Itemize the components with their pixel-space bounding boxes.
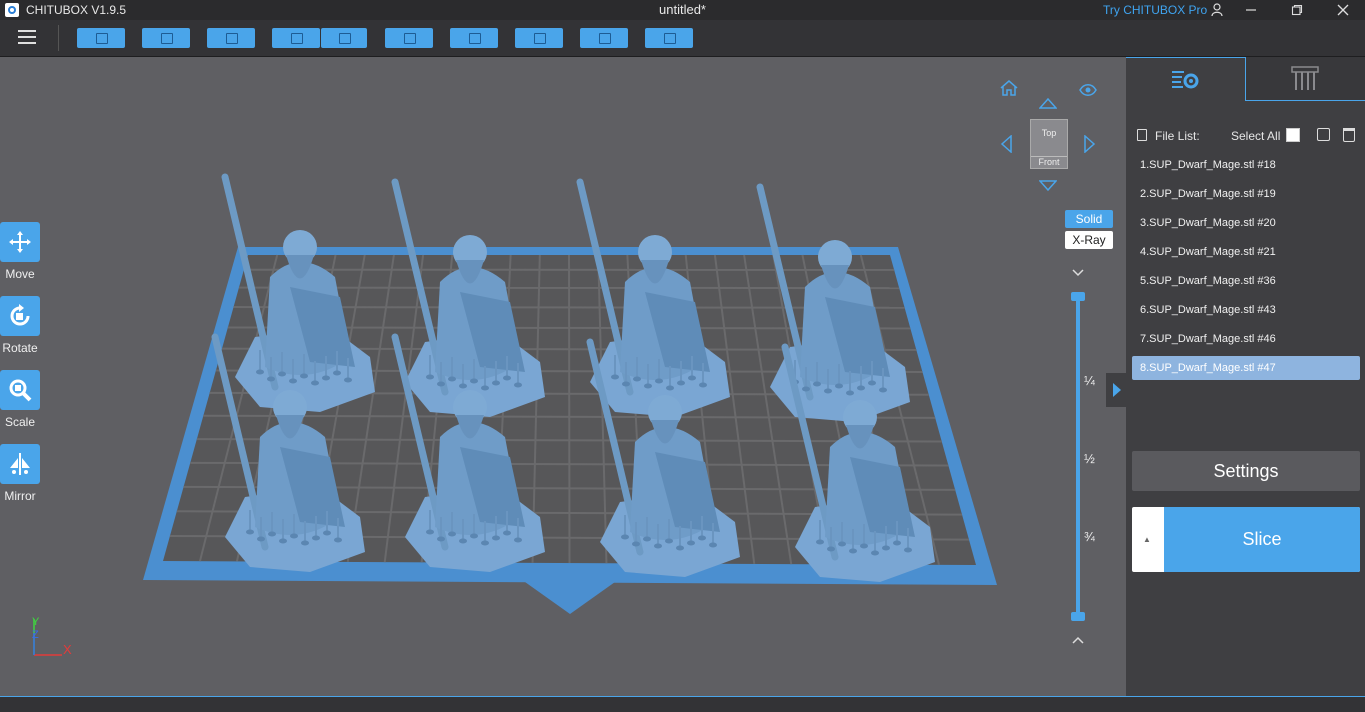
file-item-4[interactable]: 4.SUP_Dwarf_Mage.stl #21 xyxy=(1132,240,1360,264)
file-list-header: File List: Select All xyxy=(1134,127,1359,145)
slider-mark-quarter: ¼ xyxy=(1084,373,1095,388)
file-item-7[interactable]: 7.SUP_Dwarf_Mage.stl #46 xyxy=(1132,327,1360,351)
document-icon xyxy=(1137,129,1147,141)
select-all-checkbox[interactable] xyxy=(1286,128,1300,142)
rotate-view-down-icon[interactable] xyxy=(1038,179,1058,197)
axis-z-label: Z xyxy=(32,629,39,641)
undo-button[interactable] xyxy=(272,28,320,48)
file-settings-icon xyxy=(1172,71,1199,89)
import-project-button[interactable] xyxy=(207,28,255,48)
move-tool[interactable]: Move xyxy=(0,222,40,281)
solid-mode-button[interactable]: Solid xyxy=(1065,210,1113,228)
hollow-button[interactable] xyxy=(580,28,628,48)
file-item-2[interactable]: 2.SUP_Dwarf_Mage.stl #19 xyxy=(1132,182,1360,206)
3d-viewport[interactable]: Move Rotate Scale Mirror Top Front Solid… xyxy=(0,57,1126,696)
scale-icon[interactable] xyxy=(0,370,40,410)
file-item-6[interactable]: 6.SUP_Dwarf_Mage.stl #43 xyxy=(1132,298,1360,322)
scale-label: Scale xyxy=(4,415,36,429)
right-panel: File List: Select All 1.SUP_Dwarf_Mage.s… xyxy=(1106,57,1365,696)
status-bar xyxy=(0,696,1365,712)
move-label: Move xyxy=(5,267,35,281)
title-bar: CHITUBOX V1.9.5 untitled* Try CHITUBOX P… xyxy=(0,0,1365,20)
tab-supports[interactable] xyxy=(1246,57,1365,101)
toolbar xyxy=(0,20,1365,57)
slider-mark-half: ½ xyxy=(1084,451,1095,466)
rotate-tool[interactable]: Rotate xyxy=(0,296,40,355)
chevron-down-icon[interactable] xyxy=(1072,266,1084,280)
hamburger-menu-icon[interactable] xyxy=(18,30,36,46)
try-pro-link[interactable]: Try CHITUBOX Pro xyxy=(1103,3,1207,17)
file-list: 1.SUP_Dwarf_Mage.stl #18 2.SUP_Dwarf_Mag… xyxy=(1132,153,1360,385)
layer-slider-track[interactable] xyxy=(1076,296,1080,618)
rotate-view-right-icon[interactable] xyxy=(1084,134,1096,158)
xray-mode-button[interactable]: X-Ray xyxy=(1065,231,1113,249)
layer-slider-top-handle[interactable] xyxy=(1071,292,1085,301)
chevron-up-icon[interactable] xyxy=(1072,633,1084,647)
copy-button[interactable] xyxy=(385,28,433,48)
toolbar-divider xyxy=(58,25,59,51)
home-view-icon[interactable] xyxy=(1000,80,1018,101)
panel-collapse-arrow-icon[interactable] xyxy=(1106,373,1126,407)
minimize-icon[interactable] xyxy=(1236,0,1266,20)
file-item-1[interactable]: 1.SUP_Dwarf_Mage.stl #18 xyxy=(1132,153,1360,177)
move-icon[interactable] xyxy=(0,222,40,262)
mirror-tool[interactable]: Mirror xyxy=(0,444,40,503)
trash-icon[interactable] xyxy=(1343,128,1355,142)
slice-options-dropdown[interactable]: ▲ xyxy=(1132,507,1162,572)
scale-tool[interactable]: Scale xyxy=(0,370,40,429)
edit-icon[interactable] xyxy=(1317,128,1330,141)
file-item-5[interactable]: 5.SUP_Dwarf_Mage.stl #36 xyxy=(1132,269,1360,293)
arrange-button[interactable] xyxy=(450,28,498,48)
view-cube-top-face[interactable]: Top xyxy=(1031,128,1067,138)
slice-button[interactable]: Slice xyxy=(1164,507,1360,572)
rotate-icon[interactable] xyxy=(0,296,40,336)
axis-x-label: X xyxy=(63,642,72,657)
file-item-3[interactable]: 3.SUP_Dwarf_Mage.stl #20 xyxy=(1132,211,1360,235)
mirror-icon[interactable] xyxy=(0,444,40,484)
panel-tabs xyxy=(1126,57,1365,101)
close-icon[interactable] xyxy=(1328,0,1358,20)
select-all-label: Select All xyxy=(1231,129,1281,143)
rotate-label: Rotate xyxy=(2,341,38,355)
build-plate-front-notch xyxy=(525,582,615,614)
restore-icon[interactable] xyxy=(1282,0,1312,20)
build-plate-scene[interactable] xyxy=(0,57,1126,696)
redo-button[interactable] xyxy=(321,28,367,48)
axis-y-label: Y xyxy=(32,616,40,628)
open-file-button[interactable] xyxy=(77,28,125,48)
tab-files[interactable] xyxy=(1126,57,1246,101)
file-list-label: File List: xyxy=(1155,129,1200,143)
rotate-view-up-icon[interactable] xyxy=(1038,96,1058,114)
view-cube[interactable]: Top Front xyxy=(1030,119,1068,169)
slice-control: ▲ Slice xyxy=(1132,507,1360,572)
layer-slider-bottom-handle[interactable] xyxy=(1071,612,1085,621)
supports-icon xyxy=(1291,66,1319,90)
axis-gizmo: Y Z X xyxy=(32,616,72,657)
mirror-label: Mirror xyxy=(4,489,36,503)
visibility-eye-icon[interactable] xyxy=(1079,83,1097,101)
user-icon[interactable] xyxy=(1202,0,1232,20)
auto-support-button[interactable] xyxy=(515,28,563,48)
view-cube-front-face[interactable]: Front xyxy=(1031,156,1067,170)
file-item-8[interactable]: 8.SUP_Dwarf_Mage.stl #47 xyxy=(1132,356,1360,380)
settings-button[interactable]: Settings xyxy=(1132,451,1360,491)
slider-mark-three-quarter: ¾ xyxy=(1084,529,1095,544)
rotate-view-left-icon[interactable] xyxy=(1000,134,1012,158)
dig-hole-button[interactable] xyxy=(645,28,693,48)
save-button[interactable] xyxy=(142,28,190,48)
